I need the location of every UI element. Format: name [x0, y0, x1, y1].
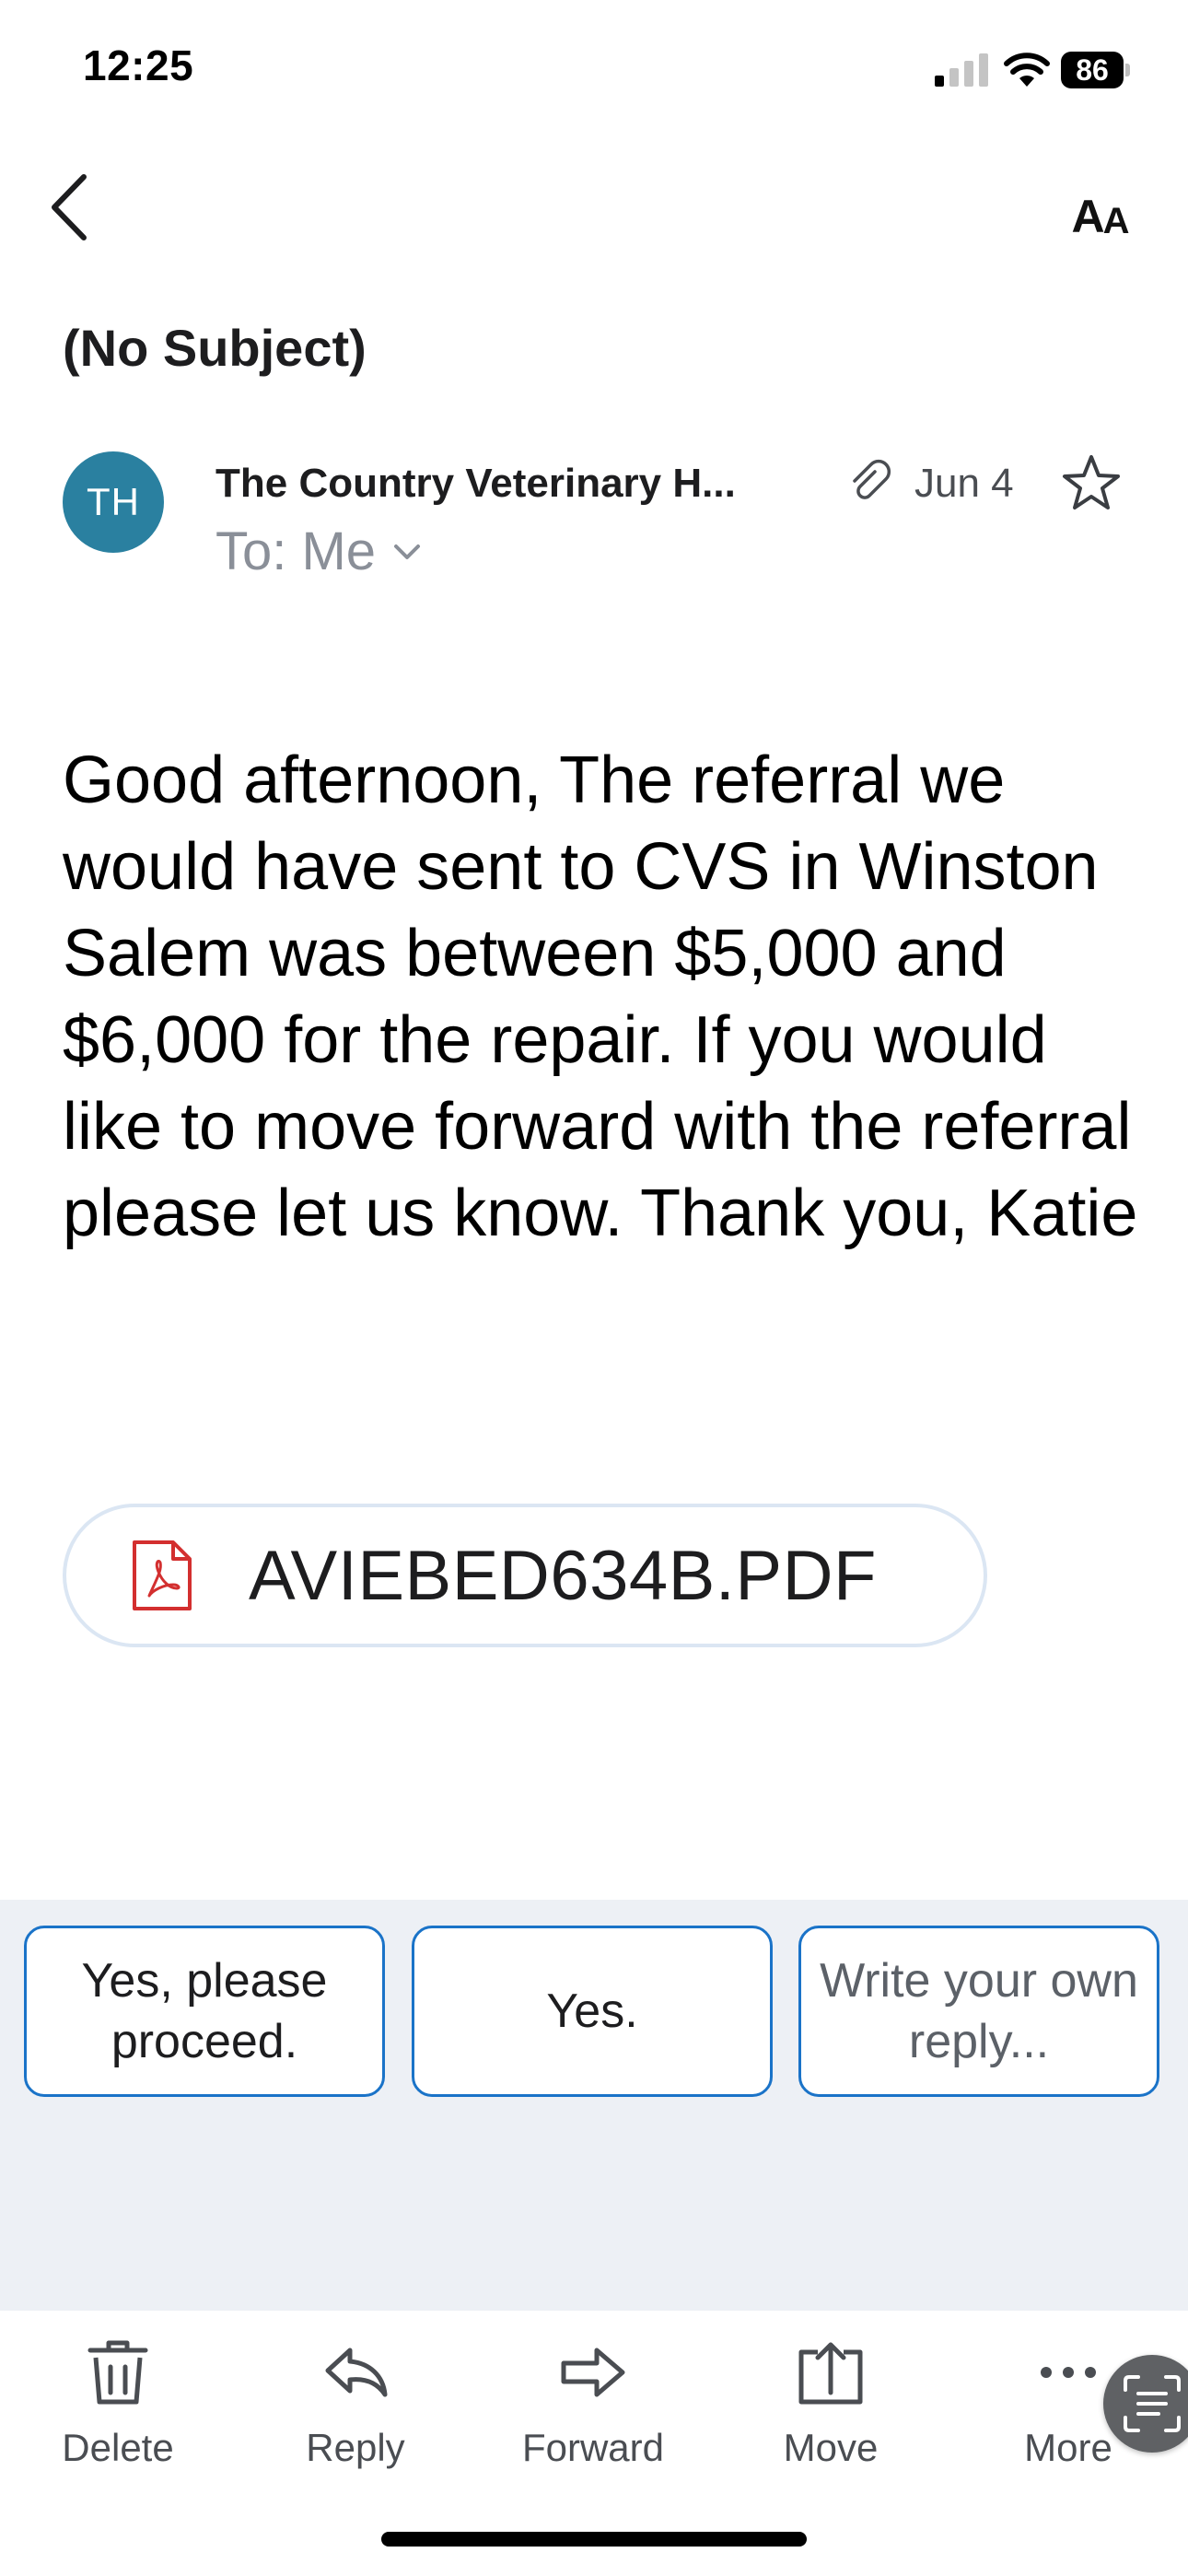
move-icon	[798, 2342, 863, 2405]
recipient-label: To: Me	[215, 521, 377, 581]
paperclip-icon	[853, 459, 891, 499]
text-size-large-a: A	[1071, 191, 1105, 242]
star-icon[interactable]	[1059, 451, 1124, 516]
back-button[interactable]	[37, 166, 101, 249]
delete-label: Delete	[62, 2426, 174, 2469]
chevron-left-icon	[52, 174, 87, 240]
signal-icon	[935, 53, 988, 87]
email-date: Jun 4	[914, 461, 1014, 506]
reply-button[interactable]: Reply	[263, 2336, 448, 2470]
forward-label: Forward	[521, 2426, 665, 2469]
pdf-icon	[133, 1540, 192, 1610]
forward-button[interactable]: Forward	[501, 2336, 685, 2470]
chevron-down-icon	[394, 544, 421, 559]
attachment-filename: AVIEBED634B.PDF	[249, 1536, 877, 1615]
battery-level: 86	[1061, 52, 1124, 88]
sender-name[interactable]: The Country Veterinary H...	[215, 461, 786, 507]
status-time: 12:25	[83, 41, 194, 89]
more-label: More	[1024, 2426, 1112, 2469]
reply-icon	[325, 2348, 388, 2397]
reply-label: Reply	[306, 2426, 405, 2469]
move-button[interactable]: Move	[739, 2336, 923, 2470]
delete-button[interactable]: Delete	[26, 2336, 210, 2470]
wifi-icon	[1004, 53, 1050, 87]
scan-text-icon	[1124, 2375, 1181, 2432]
text-size-button[interactable]: AA	[1059, 175, 1142, 240]
text-size-small-a: A	[1102, 201, 1130, 241]
move-label: Move	[783, 2426, 879, 2469]
trash-icon	[87, 2340, 148, 2405]
quick-reply-yes[interactable]: Yes.	[412, 1926, 773, 2097]
email-subject: (No Subject)	[63, 319, 367, 377]
sender-avatar[interactable]: TH	[63, 451, 164, 553]
email-body: Good afternoon, The referral we would ha…	[63, 744, 1138, 1250]
more-icon	[1041, 2367, 1096, 2378]
forward-icon	[561, 2348, 625, 2397]
battery-icon: 86	[1061, 52, 1131, 88]
home-indicator	[381, 2532, 807, 2547]
quick-reply-yes-please-proceed[interactable]: Yes, please proceed.	[24, 1926, 385, 2097]
recipient-toggle[interactable]: To: Me	[215, 521, 424, 582]
attachment-chip[interactable]: AVIEBED634B.PDF	[63, 1504, 987, 1647]
quick-reply-write-own[interactable]: Write your own reply...	[798, 1926, 1159, 2097]
